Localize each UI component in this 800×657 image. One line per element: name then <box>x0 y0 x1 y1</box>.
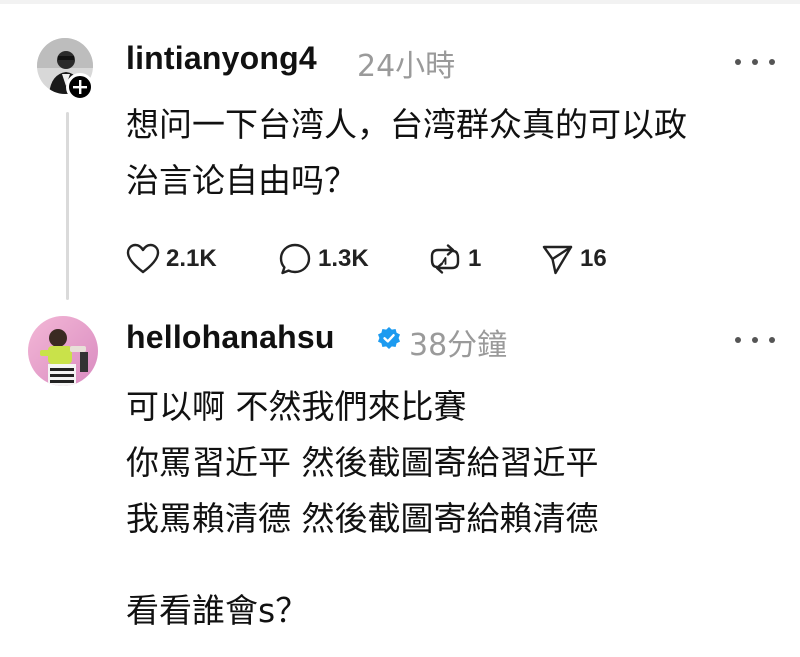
action-bar: 2.1K 1.3K 1 16 <box>126 236 660 282</box>
post-text-line-5: 看看誰會s？ <box>126 591 309 630</box>
follow-plus-icon[interactable] <box>66 73 94 101</box>
avatar[interactable] <box>28 316 98 386</box>
post-hellohanahsu: hellohanahsu 38分鐘 可以啊 不然我們來比賽 你罵習近平 然後截圖… <box>0 300 800 657</box>
comment-button[interactable]: 1.3K <box>278 242 428 276</box>
heart-icon <box>126 243 160 274</box>
verified-badge-icon <box>378 327 400 349</box>
repost-icon <box>430 244 460 274</box>
repost-count: 1 <box>468 245 482 272</box>
repost-button[interactable]: 1 <box>428 242 540 276</box>
post-username[interactable]: hellohanahsu <box>126 319 335 356</box>
post-text-line-1: 想问一下台湾人，台湾群众真的可以政 <box>126 105 687 144</box>
send-icon <box>542 245 573 275</box>
post-text-line-2: 你罵習近平 然後截圖寄給習近平 <box>126 443 599 482</box>
comment-icon <box>279 243 311 275</box>
post-text-line-3: 我罵賴清德 然後截圖寄給賴清德 <box>126 499 599 538</box>
like-button[interactable]: 2.1K <box>126 243 278 275</box>
post-timestamp: 24小時 <box>357 49 456 84</box>
like-count: 2.1K <box>166 245 217 272</box>
post-text-line-1: 可以啊 不然我們來比賽 <box>126 387 467 426</box>
more-icon[interactable] <box>735 330 775 350</box>
post-username[interactable]: lintianyong4 <box>126 40 317 77</box>
thread-line <box>66 112 69 300</box>
comment-count: 1.3K <box>318 245 369 272</box>
post-lintianyong4: lintianyong4 24小時 想问一下台湾人，台湾群众真的可以政 治言论自… <box>0 0 800 300</box>
post-text-line-2: 治言论自由吗？ <box>126 161 357 200</box>
share-count: 16 <box>580 245 607 272</box>
more-icon[interactable] <box>735 52 775 72</box>
post-timestamp: 38分鐘 <box>409 328 508 363</box>
share-button[interactable]: 16 <box>540 242 660 276</box>
